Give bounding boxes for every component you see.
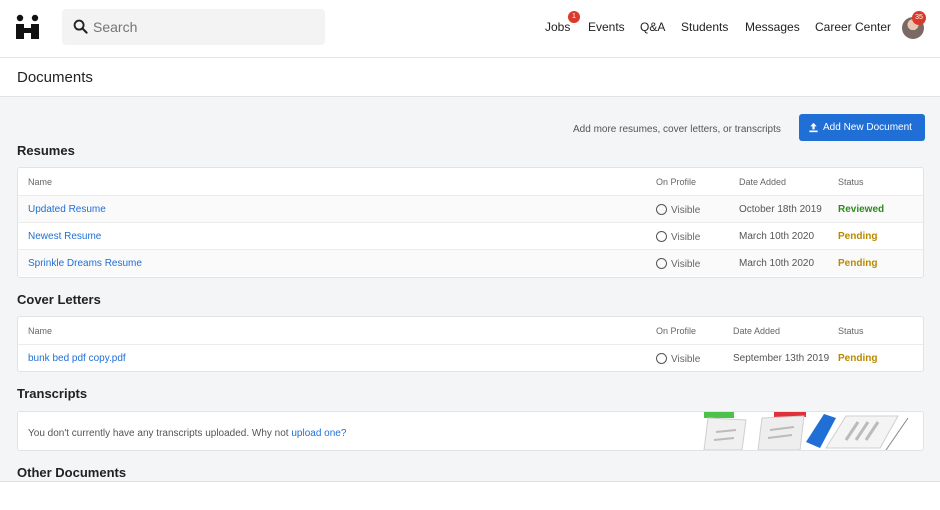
visibility-toggle[interactable]: Visible: [656, 353, 700, 365]
visibility-label: Visible: [671, 232, 701, 243]
table-row[interactable]: Updated Resume Visible October 18th 2019…: [18, 195, 923, 222]
table-header: Name On Profile Date Added Status: [18, 317, 923, 344]
page-title: Documents: [17, 69, 93, 86]
visibility-toggle[interactable]: Visible: [656, 258, 700, 270]
upload-link[interactable]: upload one?: [291, 428, 346, 439]
status-badge: Pending: [838, 231, 878, 242]
radio-circle-icon: [656, 258, 667, 269]
column-date-added: Date Added: [739, 177, 787, 187]
column-status: Status: [838, 326, 864, 336]
nav-career-center[interactable]: Career Center: [815, 20, 891, 34]
documents-illustration: [703, 412, 909, 450]
status-badge: Pending: [838, 258, 878, 269]
date-added: March 10th 2020: [739, 231, 815, 242]
nav-events[interactable]: Events: [588, 20, 625, 34]
transcripts-heading: Transcripts: [17, 386, 88, 401]
nav-students[interactable]: Students: [681, 20, 728, 34]
nav-qa[interactable]: Q&A: [640, 20, 665, 34]
avatar-notification-badge: 35: [912, 11, 926, 25]
column-name: Name: [28, 326, 53, 336]
add-new-document-button[interactable]: Add New Document: [799, 114, 925, 141]
radio-circle-icon: [656, 204, 667, 215]
column-name: Name: [28, 177, 53, 187]
add-new-document-label: Add New Document: [823, 122, 912, 133]
search-placeholder: Search: [93, 19, 138, 35]
page-header: Documents: [0, 59, 940, 97]
table-row[interactable]: Newest Resume Visible March 10th 2020 Pe…: [18, 222, 923, 249]
visibility-label: Visible: [671, 259, 701, 270]
table-row[interactable]: bunk bed pdf copy.pdf Visible September …: [18, 344, 923, 371]
cover-letters-table: Name On Profile Date Added Status bunk b…: [17, 316, 924, 372]
search-icon: [73, 19, 88, 34]
visibility-toggle[interactable]: Visible: [656, 204, 700, 216]
date-added: October 18th 2019: [739, 204, 822, 215]
document-link[interactable]: Newest Resume: [28, 231, 101, 242]
column-on-profile: On Profile: [656, 177, 697, 187]
visibility-toggle[interactable]: Visible: [656, 231, 700, 243]
document-link[interactable]: bunk bed pdf copy.pdf: [28, 353, 126, 364]
date-added: September 13th 2019: [733, 353, 830, 364]
cover-letters-heading: Cover Letters: [17, 292, 101, 307]
table-row[interactable]: Sprinkle Dreams Resume Visible March 10t…: [18, 249, 923, 276]
other-documents-heading: Other Documents: [17, 465, 127, 480]
document-link[interactable]: Sprinkle Dreams Resume: [28, 258, 142, 269]
document-link[interactable]: Updated Resume: [28, 204, 106, 215]
table-header: Name On Profile Date Added Status: [18, 168, 923, 195]
transcripts-empty-card: You don't currently have any transcripts…: [17, 411, 924, 451]
search-input[interactable]: Search: [62, 9, 325, 45]
radio-circle-icon: [656, 231, 667, 242]
jobs-notification-badge: 1: [568, 11, 580, 23]
date-added: March 10th 2020: [739, 258, 815, 269]
top-nav: Search Jobs 1 Events Q&A Students Messag…: [0, 0, 940, 58]
handshake-logo[interactable]: [14, 14, 42, 40]
radio-circle-icon: [656, 353, 667, 364]
column-status: Status: [838, 177, 864, 187]
nav-messages[interactable]: Messages: [745, 20, 800, 34]
nav-jobs[interactable]: Jobs: [545, 20, 570, 34]
status-badge: Reviewed: [838, 204, 885, 215]
visibility-label: Visible: [671, 205, 701, 216]
empty-message-text: You don't currently have any transcripts…: [28, 428, 292, 439]
transcripts-empty-message: You don't currently have any transcripts…: [28, 428, 346, 439]
resumes-heading: Resumes: [17, 143, 75, 158]
add-document-hint: Add more resumes, cover letters, or tran…: [573, 124, 781, 135]
resumes-table: Name On Profile Date Added Status Update…: [17, 167, 924, 278]
column-on-profile: On Profile: [656, 326, 697, 336]
upload-icon: [809, 122, 818, 133]
status-badge: Pending: [838, 353, 878, 364]
visibility-label: Visible: [671, 354, 701, 365]
column-date-added: Date Added: [733, 326, 781, 336]
